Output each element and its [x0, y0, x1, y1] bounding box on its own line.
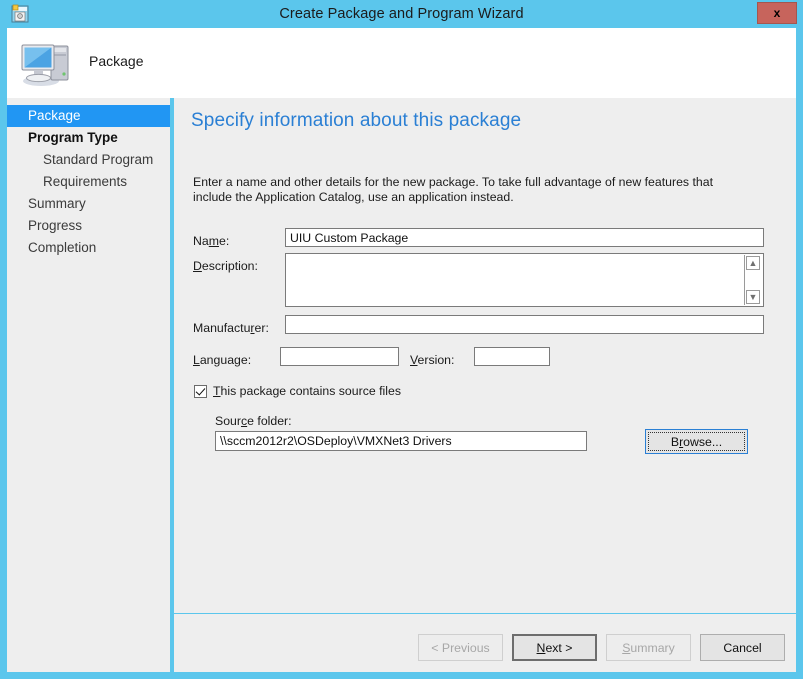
- chevron-down-icon[interactable]: ▼: [746, 290, 760, 304]
- source-files-checkbox-label[interactable]: This package contains source files: [213, 384, 401, 398]
- sidebar-item-summary[interactable]: Summary: [7, 193, 170, 215]
- source-folder-label: Source folder:: [215, 414, 292, 428]
- computer-icon: [19, 38, 75, 88]
- name-input[interactable]: [285, 228, 764, 247]
- previous-button[interactable]: < Previous: [418, 634, 503, 661]
- page-description: Enter a name and other details for the n…: [193, 175, 713, 204]
- source-files-checkbox[interactable]: [194, 385, 207, 398]
- description-box[interactable]: ▲ ▼: [285, 253, 764, 307]
- title-bar: Create Package and Program Wizard x: [0, 0, 803, 28]
- cancel-button[interactable]: Cancel: [700, 634, 785, 661]
- manufacturer-label: Manufacturer:: [193, 321, 269, 335]
- version-input[interactable]: [474, 347, 550, 366]
- chevron-up-icon[interactable]: ▲: [746, 256, 760, 270]
- close-button[interactable]: x: [757, 2, 797, 24]
- description-scrollbar[interactable]: ▲ ▼: [744, 255, 762, 305]
- browse-button-label: Browse...: [670, 434, 723, 449]
- wizard-window: Create Package and Program Wizard x Pack…: [0, 0, 803, 679]
- browse-button-focus-ring: Browse...: [648, 432, 745, 451]
- language-input[interactable]: [280, 347, 399, 366]
- sidebar-item-program-type[interactable]: Program Type: [7, 127, 170, 149]
- manufacturer-input[interactable]: [285, 315, 764, 334]
- wizard-footer: < Previous Next > Summary Cancel: [174, 614, 796, 672]
- sidebar-item-completion[interactable]: Completion: [7, 237, 170, 259]
- browse-button[interactable]: Browse...: [645, 429, 748, 454]
- sidebar-item-progress[interactable]: Progress: [7, 215, 170, 237]
- wizard-step-nav: Package Program Type Standard Program Re…: [7, 98, 170, 672]
- next-button[interactable]: Next >: [512, 634, 597, 661]
- banner-label: Package: [89, 53, 144, 69]
- content-panel: Specify information about this package E…: [174, 98, 796, 613]
- page-title: Specify information about this package: [191, 110, 522, 131]
- summary-button[interactable]: Summary: [606, 634, 691, 661]
- name-label: Name:: [193, 234, 230, 248]
- description-label: Description:: [193, 259, 258, 273]
- language-label: Language:: [193, 353, 252, 367]
- wizard-banner: Package: [7, 28, 796, 98]
- version-label: Version:: [410, 353, 455, 367]
- sidebar-item-requirements[interactable]: Requirements: [7, 171, 170, 193]
- window-title: Create Package and Program Wizard: [279, 6, 524, 22]
- sidebar-item-package[interactable]: Package: [7, 105, 170, 127]
- sidebar-item-standard-program[interactable]: Standard Program: [7, 149, 170, 171]
- source-folder-input[interactable]: [215, 431, 587, 451]
